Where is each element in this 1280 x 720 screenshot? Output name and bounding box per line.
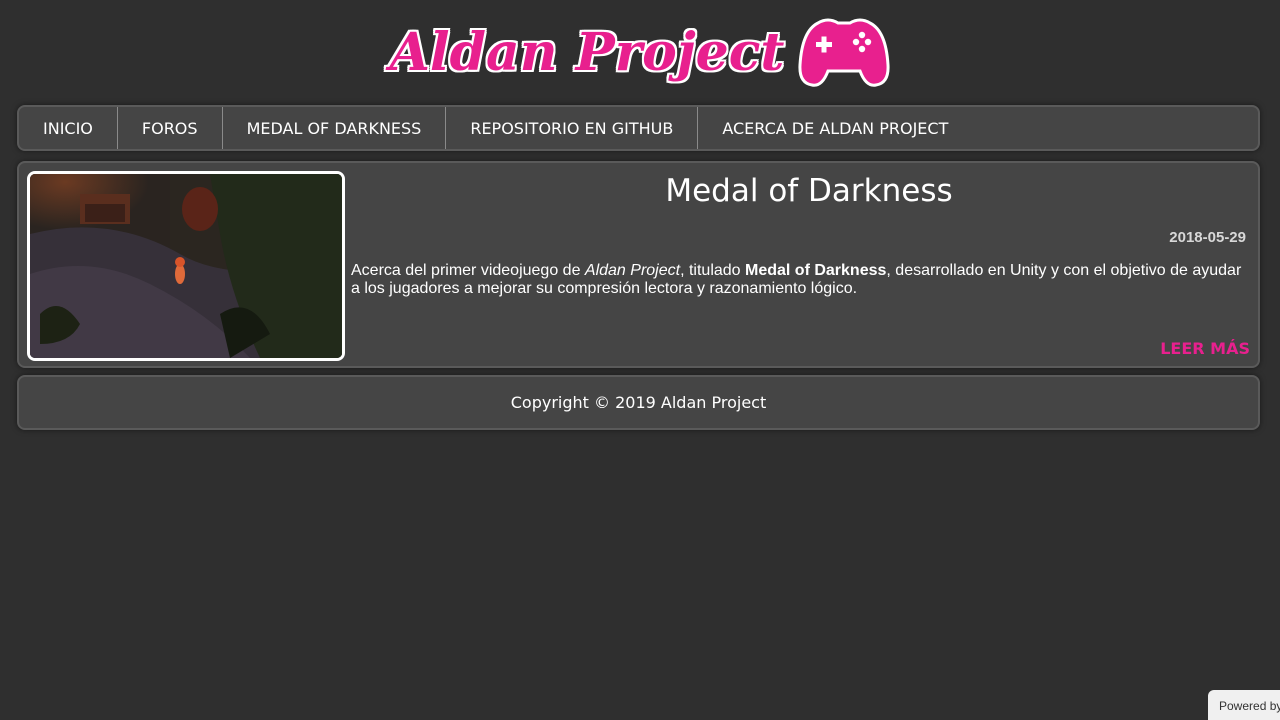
desc-text: Acerca del primer videojuego de	[351, 262, 585, 279]
read-more-link[interactable]: LEER MÁS	[1160, 339, 1250, 358]
nav-item-github[interactable]: REPOSITORIO EN GITHUB	[446, 107, 699, 149]
desc-strong: Medal of Darkness	[745, 262, 887, 279]
desc-text: , titulado	[680, 262, 746, 279]
nav-item-foros[interactable]: FOROS	[118, 107, 223, 149]
nav-item-medal-of-darkness[interactable]: MEDAL OF DARKNESS	[223, 107, 447, 149]
powered-by-label: Powered by	[1219, 699, 1280, 713]
post-date: 2018-05-29	[1169, 229, 1246, 246]
gamepad-icon	[798, 15, 890, 89]
site-footer: Copyright © 2019 Aldan Project	[17, 375, 1260, 430]
post-thumbnail[interactable]	[27, 171, 345, 361]
powered-by-badge[interactable]: Powered by	[1208, 690, 1280, 720]
nav-item-inicio[interactable]: INICIO	[19, 107, 118, 149]
post-description: Acerca del primer videojuego de Aldan Pr…	[351, 262, 1251, 298]
desc-emphasis: Aldan Project	[584, 262, 681, 279]
copyright-text: Copyright © 2019 Aldan Project	[510, 393, 767, 412]
site-header: Aldan Project	[0, 6, 1280, 98]
post-card: Medal of Darkness 2018-05-29 Acerca del …	[17, 161, 1260, 368]
post-title[interactable]: Medal of Darkness	[359, 173, 1259, 209]
nav-item-about[interactable]: ACERCA DE ALDAN PROJECT	[698, 107, 972, 149]
main-nav: INICIO FOROS MEDAL OF DARKNESS REPOSITOR…	[17, 105, 1260, 151]
site-logo-text[interactable]: Aldan Project	[390, 25, 785, 79]
